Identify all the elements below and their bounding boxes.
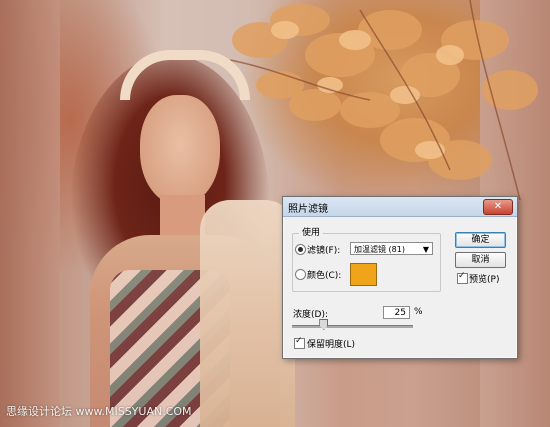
dialog-title: 照片滤镜 — [288, 204, 328, 215]
close-icon: ✕ — [493, 201, 503, 212]
preview-label: 预览(P) — [469, 275, 500, 285]
density-unit: % — [414, 307, 423, 317]
cancel-button[interactable]: 取消 — [455, 252, 506, 268]
density-input[interactable]: 25 — [383, 306, 410, 319]
dialog-titlebar[interactable]: 照片滤镜 ✕ — [283, 197, 517, 217]
autumn-leaves-foliage — [229, 0, 538, 200]
color-radio[interactable] — [295, 269, 306, 280]
use-group-label: 使用 — [299, 225, 324, 238]
filter-select[interactable]: 加温滤镜 (81) ▼ — [350, 242, 433, 255]
preview-checkbox[interactable] — [457, 271, 468, 284]
color-radio-label: 颜色(C): — [307, 271, 342, 281]
filter-select-value: 加温滤镜 (81) — [354, 245, 405, 254]
dropdown-arrow-icon: ▼ — [422, 245, 429, 254]
face — [140, 95, 220, 205]
scarf — [200, 200, 295, 427]
preserve-luminosity-checkbox[interactable] — [294, 336, 305, 349]
density-slider-thumb[interactable] — [319, 319, 329, 330]
preserve-luminosity-label: 保留明度(L) — [307, 340, 356, 350]
color-swatch[interactable] — [350, 263, 377, 286]
background-pillar-left — [0, 0, 60, 427]
density-label: 浓度(D): — [293, 310, 328, 320]
filter-radio-label: 滤镜(F): — [307, 246, 341, 256]
site-watermark: 思缘设计论坛 www.MISSYUAN.COM — [6, 405, 192, 418]
photo-filter-dialog: 照片滤镜 ✕ 使用 滤镜(F): 加温滤镜 (81) ▼ 颜色(C): 浓度(D… — [282, 196, 518, 359]
ok-button[interactable]: 确定 — [455, 232, 506, 248]
close-button[interactable]: ✕ — [483, 199, 513, 215]
filter-radio[interactable] — [295, 244, 306, 255]
density-slider-track[interactable] — [292, 325, 413, 328]
